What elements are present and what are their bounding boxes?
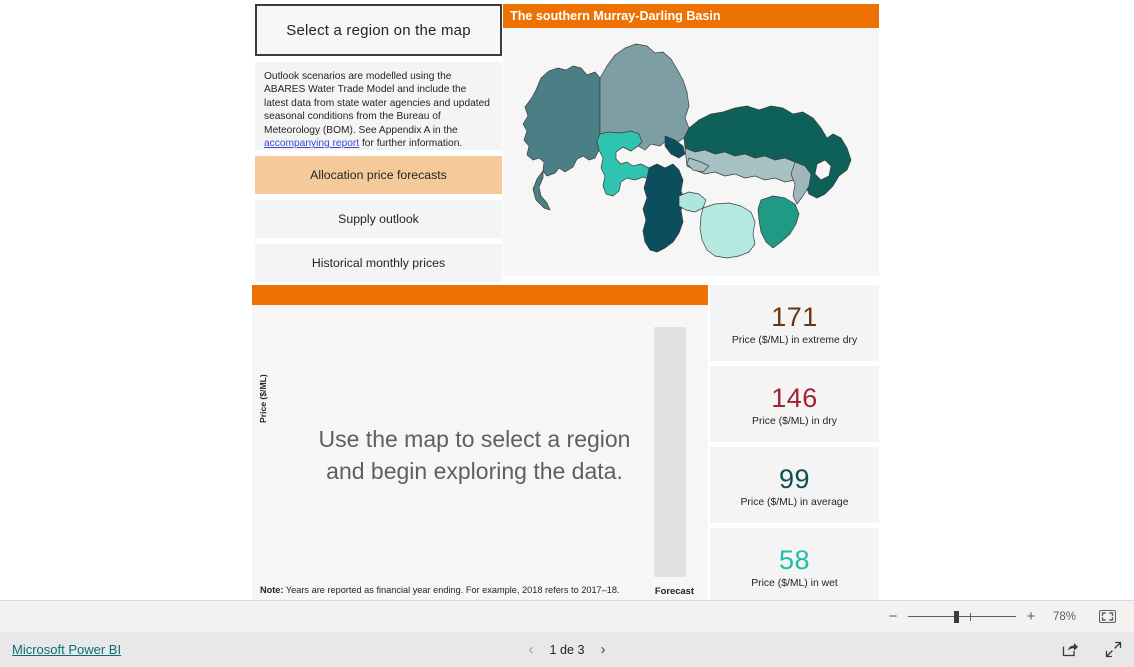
description-after: for further information.	[359, 138, 463, 150]
description-before: Outlook scenarios are modelled using the…	[264, 71, 490, 136]
map-header: The southern Murray-Darling Basin	[503, 4, 879, 28]
zoom-slider[interactable]	[908, 610, 1016, 623]
forecast-label: Forecast	[654, 585, 694, 596]
fullscreen-icon[interactable]	[1105, 641, 1122, 658]
zoom-out-icon[interactable]: −	[887, 609, 899, 624]
kpi-value: 99	[778, 463, 811, 494]
report-canvas: Select a region on the map Outlook scena…	[0, 0, 1134, 667]
map-region-tail[interactable]	[532, 170, 551, 211]
map-region-6[interactable]	[699, 202, 756, 259]
chart-panel: Price ($/ML) Forecast Use the map to sel…	[252, 285, 708, 600]
description-card: Outlook scenarios are modelled using the…	[255, 62, 502, 150]
kpi-label: Price ($/ML) in extreme dry	[731, 334, 858, 346]
accompanying-report-link[interactable]: accompanying report	[264, 138, 359, 149]
kpi-label: Price ($/ML) in average	[740, 496, 849, 508]
report-title-card: Select a region on the map	[255, 4, 502, 56]
status-bar: − + 78%	[0, 600, 1134, 632]
map-region-4[interactable]	[642, 163, 686, 253]
description-text: Outlook scenarios are modelled using the…	[264, 70, 493, 150]
kpi-label: Price ($/ML) in dry	[752, 415, 837, 427]
kpi-card-column: 171 Price ($/ML) in extreme dry 146 Pric…	[710, 285, 879, 609]
zoom-slider-thumb[interactable]	[954, 610, 959, 623]
report-area: Select a region on the map Outlook scena…	[0, 0, 1134, 604]
chart-note-prefix: Note:	[260, 585, 284, 595]
map-region-7[interactable]	[757, 195, 800, 249]
left-control-column: Select a region on the map Outlook scena…	[255, 4, 502, 282]
nav-button-historical-monthly-prices[interactable]: Historical monthly prices	[255, 244, 502, 282]
kpi-value: 58	[778, 544, 811, 575]
zoom-control: − + 78%	[887, 609, 1116, 624]
next-page-icon[interactable]: ›	[601, 642, 606, 657]
chart-note: Note: Years are reported as financial ye…	[260, 585, 620, 595]
chart-header-bar	[252, 285, 708, 305]
chart-y-axis-label: Price ($/ML)	[258, 374, 268, 423]
chart-note-text: Years are reported as financial year end…	[283, 585, 620, 595]
nav-button-label: Historical monthly prices	[311, 256, 446, 270]
chart-placeholder-message: Use the map to select a region and begin…	[318, 426, 631, 484]
kpi-card-wet[interactable]: 58 Price ($/ML) in wet	[710, 528, 879, 604]
share-icon[interactable]	[1062, 642, 1079, 657]
previous-page-icon[interactable]: ‹	[528, 642, 533, 657]
map-panel: The southern Murray-Darling Basin	[503, 4, 879, 276]
nav-button-supply-outlook[interactable]: Supply outlook	[255, 200, 502, 238]
page-navigator: ‹ 1 de 3 ›	[528, 642, 606, 657]
map-title: The southern Murray-Darling Basin	[510, 9, 721, 23]
murray-darling-basin-map[interactable]	[503, 28, 879, 276]
chart-body[interactable]: Price ($/ML) Forecast Use the map to sel…	[252, 305, 708, 600]
fit-to-screen-icon[interactable]	[1099, 610, 1116, 623]
kpi-value: 146	[771, 382, 818, 413]
map-body[interactable]	[503, 28, 879, 276]
zoom-percentage: 78%	[1052, 610, 1076, 623]
forecast-shaded-band	[654, 327, 686, 577]
zoom-slider-tick	[970, 612, 971, 621]
nav-button-allocation-price-forecasts[interactable]: Allocation price forecasts	[255, 156, 502, 194]
nav-button-label: Allocation price forecasts	[310, 168, 447, 182]
page-indicator: 1 de 3	[549, 642, 585, 657]
kpi-card-average[interactable]: 99 Price ($/ML) in average	[710, 447, 879, 523]
map-region-1[interactable]	[522, 65, 601, 177]
nav-button-label: Supply outlook	[338, 212, 419, 226]
page-title: Select a region on the map	[286, 21, 471, 39]
footer-icon-group	[1062, 641, 1122, 658]
footer-bar: Microsoft Power BI ‹ 1 de 3 ›	[0, 632, 1134, 667]
power-bi-link[interactable]: Microsoft Power BI	[12, 642, 121, 657]
kpi-card-dry[interactable]: 146 Price ($/ML) in dry	[710, 366, 879, 442]
kpi-card-extreme-dry[interactable]: 171 Price ($/ML) in extreme dry	[710, 285, 879, 361]
map-region-5[interactable]	[678, 191, 707, 213]
kpi-value: 171	[771, 301, 818, 332]
kpi-label: Price ($/ML) in wet	[751, 577, 838, 589]
zoom-in-icon[interactable]: +	[1025, 609, 1037, 624]
